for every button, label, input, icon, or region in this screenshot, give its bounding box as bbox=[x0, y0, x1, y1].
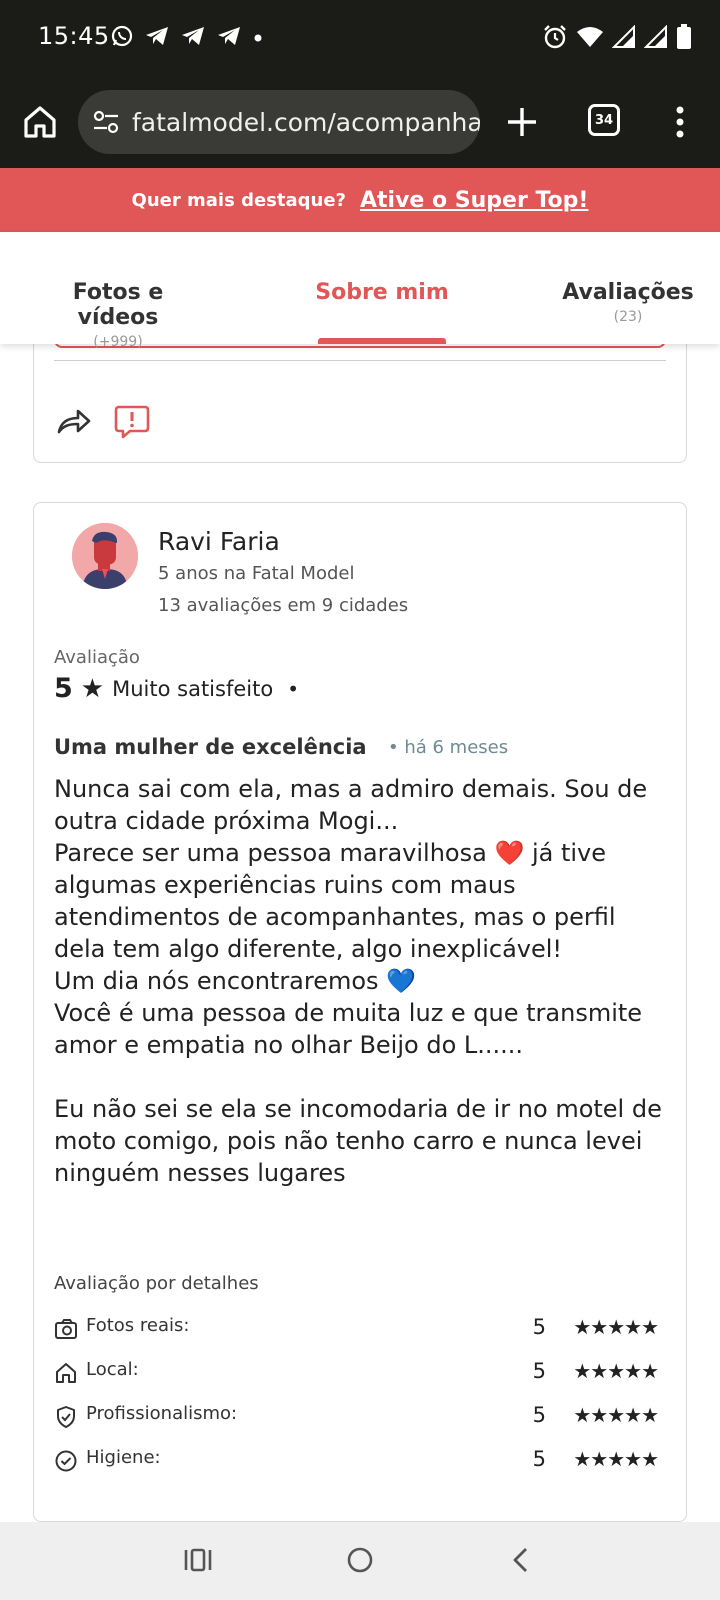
rating-label: Avaliação bbox=[54, 647, 140, 668]
tab-label: Fotos e vídeos bbox=[72, 280, 164, 330]
system-nav-bar bbox=[0, 1522, 720, 1600]
camera-icon bbox=[55, 1319, 77, 1339]
tab-avaliacoes[interactable]: Avaliações (23) bbox=[560, 280, 696, 325]
user-avatar-icon bbox=[72, 523, 138, 589]
promo-text: Quer mais destaque? bbox=[131, 189, 346, 211]
detail-stars: ★★★★★ bbox=[573, 1447, 659, 1471]
detail-name: Higiene: bbox=[86, 1447, 161, 1468]
detail-score: 5 bbox=[532, 1403, 546, 1427]
home-nav-icon[interactable] bbox=[342, 1542, 378, 1578]
tab-switcher-button[interactable]: 34 bbox=[588, 104, 620, 136]
detail-score: 5 bbox=[532, 1359, 546, 1383]
review-date: • há 6 meses bbox=[388, 737, 509, 758]
detail-row-fotos-reais: Fotos reais: 5 ★★★★★ bbox=[54, 1315, 659, 1345]
divider bbox=[54, 360, 666, 361]
wifi-icon bbox=[577, 27, 603, 47]
alarm-icon bbox=[544, 25, 566, 49]
review-title: Uma mulher de excelência bbox=[54, 735, 367, 759]
battery-icon bbox=[677, 24, 691, 49]
detail-score: 5 bbox=[532, 1447, 546, 1471]
reviewer-name[interactable]: Ravi Faria bbox=[158, 527, 280, 556]
detail-stars: ★★★★★ bbox=[573, 1315, 659, 1339]
tab-count: (23) bbox=[613, 309, 643, 325]
site-settings-icon[interactable] bbox=[92, 108, 120, 136]
tab-label: Avaliações bbox=[562, 280, 694, 305]
home-icon bbox=[56, 1363, 76, 1383]
share-icon[interactable] bbox=[56, 406, 92, 436]
detail-stars: ★★★★★ bbox=[573, 1359, 659, 1383]
tab-label: Sobre mim bbox=[315, 280, 449, 305]
signal-icon bbox=[644, 25, 667, 48]
telegram-icon bbox=[146, 27, 168, 45]
shield-check-icon bbox=[57, 1406, 75, 1428]
promo-banner: Quer mais destaque? Ative o Super Top! bbox=[0, 168, 720, 232]
profile-tabs: Fotos e vídeos (+999) Sobre mim Avaliaçõ… bbox=[0, 232, 720, 350]
detail-row-local: Local: 5 ★★★★★ bbox=[54, 1359, 659, 1389]
rating-text: Muito satisfeito bbox=[112, 676, 274, 701]
whatsapp-icon bbox=[111, 25, 133, 47]
notification-icons bbox=[110, 24, 264, 48]
detail-name: Local: bbox=[86, 1359, 139, 1380]
details-label: Avaliação por detalhes bbox=[54, 1273, 259, 1294]
tab-count: 34 bbox=[594, 112, 614, 128]
telegram-icon bbox=[218, 27, 240, 45]
detail-row-higiene: Higiene: 5 ★★★★★ bbox=[54, 1447, 659, 1477]
report-icon[interactable] bbox=[114, 404, 150, 440]
url-text[interactable]: fatalmodel.com/acompanhar bbox=[132, 108, 480, 137]
address-bar[interactable]: fatalmodel.com/acompanhar bbox=[78, 90, 480, 154]
detail-name: Fotos reais: bbox=[86, 1315, 190, 1336]
back-icon[interactable] bbox=[504, 1542, 540, 1578]
system-icons bbox=[542, 24, 692, 50]
tab-sobre-mim[interactable]: Sobre mim bbox=[312, 280, 452, 305]
more-vert-icon[interactable] bbox=[670, 102, 690, 142]
avatar bbox=[72, 523, 138, 589]
review-card: Ravi Faria 5 anos na Fatal Model 13 aval… bbox=[33, 502, 687, 1522]
rating-value: 5 bbox=[54, 673, 73, 704]
recent-apps-icon[interactable] bbox=[180, 1542, 216, 1578]
tab-fotos-videos[interactable]: Fotos e vídeos (+999) bbox=[30, 280, 206, 350]
status-time: 15:45 bbox=[38, 22, 110, 50]
plus-icon[interactable] bbox=[504, 104, 540, 140]
signal-icon bbox=[612, 25, 635, 48]
rating-separator: • bbox=[287, 676, 299, 701]
tab-count: (+999) bbox=[93, 334, 143, 350]
detail-stars: ★★★★★ bbox=[573, 1403, 659, 1427]
star-icon: ★ bbox=[80, 673, 105, 704]
reviewer-tenure: 5 anos na Fatal Model bbox=[158, 563, 355, 584]
super-top-link[interactable]: Ative o Super Top! bbox=[360, 188, 588, 213]
detail-name: Profissionalismo: bbox=[86, 1403, 238, 1424]
status-bar: 15:45 bbox=[0, 0, 720, 80]
browser-toolbar: fatalmodel.com/acompanhar 34 bbox=[0, 80, 720, 168]
home-icon[interactable] bbox=[20, 102, 60, 142]
review-body: Nunca sai com ela, mas a admiro demais. … bbox=[54, 775, 662, 1187]
rating-summary: 5 ★ Muito satisfeito • bbox=[54, 673, 299, 704]
detail-row-profissionalismo: Profissionalismo: 5 ★★★★★ bbox=[54, 1403, 659, 1433]
check-circle-icon bbox=[55, 1450, 77, 1472]
active-tab-indicator bbox=[318, 338, 446, 344]
telegram-icon bbox=[182, 27, 204, 45]
detail-score: 5 bbox=[532, 1315, 546, 1339]
reviewer-stats: 13 avaliações em 9 cidades bbox=[158, 595, 409, 616]
dot-icon bbox=[254, 34, 262, 42]
